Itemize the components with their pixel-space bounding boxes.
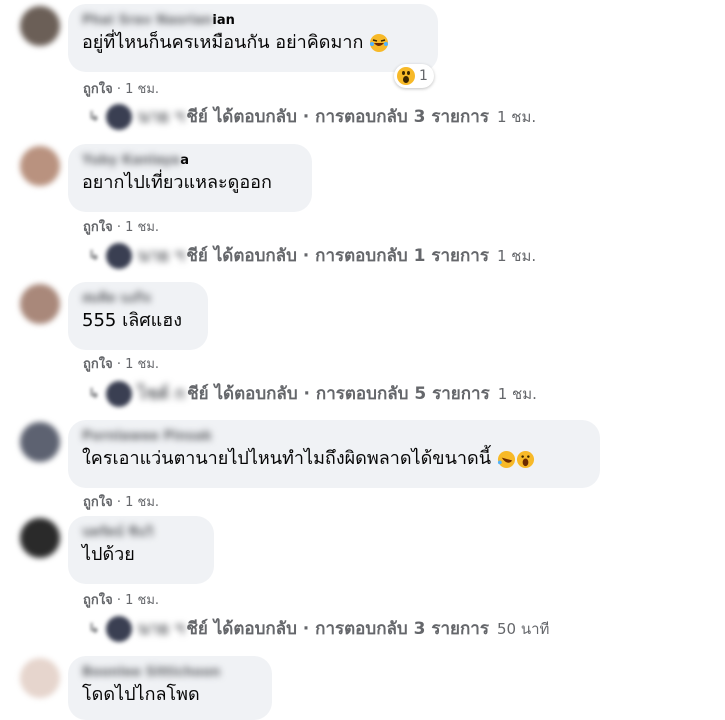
comment-meta: ถูกใจ · 1 ชม. [83, 495, 160, 510]
comment-text: ไปด้วย [82, 544, 135, 565]
like-link[interactable]: ถูกใจ [83, 82, 113, 97]
author-name-blurred: Phai Srav Nasrian [82, 13, 213, 28]
like-link[interactable]: ถูกใจ [83, 495, 113, 510]
comment-meta: ถูกใจ · 1 ชม. [83, 220, 160, 235]
view-replies-link[interactable]: ↳ นาย ฯ ชีย์ ได้ตอบกลับ · การตอบกลับ 3 ร… [88, 615, 549, 642]
replier-name-blurred: นาย ฯ [137, 107, 185, 127]
author-name-blurred: สมคิด นงกิจ [82, 291, 151, 306]
comment-meta: ถูกใจ · 1 ชม. [83, 357, 160, 372]
comment-text-content: อยู่ที่ไหนก็นครเหมือนกัน อย่าคิดมาก [82, 32, 364, 53]
reply-arrow-icon: ↳ [88, 108, 100, 125]
laughing-tears-emoji-icon [370, 34, 389, 52]
author-name-visible: ian [212, 13, 235, 28]
comment-author[interactable]: Yuby Kanlayaa [82, 152, 298, 170]
comment-text: ใครเอาแว่นตานายไปไหนทำไมถึงผิดพลาดได้ขนา… [82, 446, 586, 472]
comment-text: 555 เลิศแฮง [82, 310, 183, 331]
comment-bubble: Boonlee Sittichoon โดดไปไกลโพด [68, 656, 272, 720]
replier-name-visible: ชีย์ [186, 107, 208, 127]
reaction-count: 1 [419, 68, 428, 84]
like-link[interactable]: ถูกใจ [83, 357, 113, 372]
replier-name-visible: ชีย์ [187, 384, 209, 404]
comment-time[interactable]: 1 ชม. [125, 495, 159, 510]
commenter-avatar[interactable] [20, 146, 60, 186]
commenter-avatar[interactable] [20, 284, 60, 324]
comment-meta: ถูกใจ · 1 ชม. [83, 593, 160, 608]
comment-author[interactable]: สมคิด นงกิจ [82, 290, 194, 308]
comment-text-content: ใครเอาแว่นตานายไปไหนทำไมถึงผิดพลาดได้ขนา… [82, 448, 491, 469]
wow-reaction-icon [397, 67, 415, 85]
comment-author[interactable]: นพรัตน์ ชินวิ [82, 524, 200, 542]
author-name-blurred: นพรัตน์ ชินวิ [82, 525, 154, 540]
commenter-avatar[interactable] [20, 658, 60, 698]
reply-summary: ได้ตอบกลับ · การตอบกลับ 3 รายการ [213, 107, 489, 127]
reply-time: 1 ชม. [496, 246, 537, 265]
comment-text: อยู่ที่ไหนก็นครเหมือนกัน อย่าคิดมาก [82, 30, 424, 56]
comment-bubble: Yuby Kanlayaa อยากไปเที่ยวแหละดูออก [68, 144, 312, 212]
comment-author[interactable]: Phai Srav Nasrianian [82, 12, 424, 30]
comment-time[interactable]: 1 ชม. [125, 220, 159, 235]
author-name-blurred: Pornlawee Pinsak [82, 429, 212, 444]
comment-bubble: นพรัตน์ ชินวิ ไปด้วย [68, 516, 214, 584]
comment-time[interactable]: 1 ชม. [125, 357, 159, 372]
author-name-visible: a [180, 153, 189, 168]
reply-summary: ได้ตอบกลับ · การตอบกลับ 3 รายการ [213, 619, 489, 639]
reply-time: 1 ชม. [496, 107, 537, 126]
replier-avatar [105, 103, 132, 130]
like-link[interactable]: ถูกใจ [83, 220, 113, 235]
replier-name-blurred: นาย ฯ [137, 246, 185, 266]
comment-author[interactable]: Boonlee Sittichoon [82, 664, 258, 682]
view-replies-link[interactable]: ↳ ไชต์ ก ชีย์ ได้ตอบกลับ · การตอบกลับ 5 … [88, 380, 537, 407]
commenter-avatar[interactable] [20, 518, 60, 558]
comment-text: โดดไปไกลโพด [82, 684, 200, 705]
comment-time[interactable]: 1 ชม. [125, 82, 159, 97]
comment-bubble: Pornlawee Pinsak ใครเอาแว่นตานายไปไหนทำไ… [68, 420, 600, 488]
comment-text: อยากไปเที่ยวแหละดูออก [82, 172, 272, 193]
reply-summary: ได้ตอบกลับ · การตอบกลับ 1 รายการ [213, 246, 489, 266]
replier-name-visible: ชีย์ [186, 246, 208, 266]
replier-name-blurred: นาย ฯ [137, 619, 185, 639]
like-link[interactable]: ถูกใจ [83, 593, 113, 608]
reply-time: 50 นาที [496, 619, 550, 638]
reaction-badge[interactable]: 1 [394, 64, 434, 88]
author-name-blurred: Boonlee Sittichoon [82, 665, 221, 680]
replier-avatar [105, 615, 132, 642]
reply-summary: ได้ตอบกลับ · การตอบกลับ 5 รายการ [214, 384, 490, 404]
replier-name-blurred: ไชต์ ก [137, 384, 186, 404]
comment-bubble: สมคิด นงกิจ 555 เลิศแฮง [68, 282, 208, 350]
view-replies-link[interactable]: ↳ นาย ฯ ชีย์ ได้ตอบกลับ · การตอบกลับ 1 ร… [88, 242, 536, 269]
reply-time: 1 ชม. [497, 384, 537, 403]
replier-name-visible: ชีย์ [186, 619, 208, 639]
comment-time[interactable]: 1 ชม. [125, 593, 159, 608]
replier-avatar [105, 242, 132, 269]
author-name-blurred: Yuby Kanlaya [82, 153, 181, 168]
comment-meta: ถูกใจ · 1 ชม. [83, 82, 160, 97]
rolling-laughing-emoji-icon [497, 450, 515, 468]
commenter-avatar[interactable] [20, 6, 60, 46]
shocked-emoji-icon [516, 450, 534, 468]
reply-arrow-icon: ↳ [88, 247, 100, 264]
comment-bubble: Phai Srav Nasrianian อยู่ที่ไหนก็นครเหมื… [68, 4, 438, 72]
replier-avatar [105, 380, 132, 407]
view-replies-link[interactable]: ↳ นาย ฯ ชีย์ ได้ตอบกลับ · การตอบกลับ 3 ร… [88, 103, 536, 130]
commenter-avatar[interactable] [20, 422, 60, 462]
comment-author[interactable]: Pornlawee Pinsak [82, 428, 586, 446]
reply-arrow-icon: ↳ [88, 620, 100, 637]
reply-arrow-icon: ↳ [88, 385, 100, 402]
